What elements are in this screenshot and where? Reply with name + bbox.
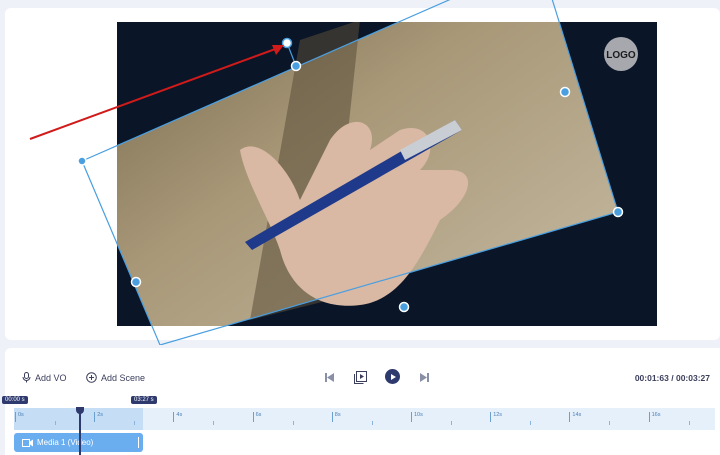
clip-trim-handle[interactable] [137, 437, 139, 448]
video-camera-icon [22, 438, 33, 447]
tick-label: 10s [411, 412, 423, 422]
tick-label: 4s [173, 412, 182, 422]
playhead[interactable] [76, 407, 84, 455]
tick-label: 16s [648, 412, 660, 422]
clip-label: Media 1 (Video) [37, 438, 94, 447]
minor-tick [134, 421, 136, 425]
minor-tick [451, 421, 452, 425]
minor-tick [55, 421, 56, 425]
minor-tick [213, 421, 215, 425]
video-stage: LOGO [29, 0, 657, 345]
tick-label: 0s [15, 412, 24, 422]
tick-label: 6s [252, 412, 261, 422]
add-scene-button[interactable]: Add Scene [86, 372, 145, 383]
microphone-icon [22, 372, 31, 383]
tick-label: 2s [94, 412, 103, 422]
minor-tick [371, 421, 373, 425]
preview-icon[interactable] [354, 371, 367, 384]
skip-back-icon[interactable] [325, 373, 334, 382]
tick-label: 12s [490, 412, 502, 422]
end-time-badge: 03:27 s [131, 396, 157, 404]
start-time-badge: 00:00 s [2, 396, 28, 404]
minor-tick [292, 421, 294, 425]
current-time: 00:01:63 [634, 373, 669, 383]
add-scene-label: Add Scene [101, 372, 146, 383]
add-vo-button[interactable]: Add VO [22, 372, 67, 383]
tick-label: 8s [331, 412, 341, 422]
rotate-handle[interactable] [281, 37, 293, 49]
minor-tick [609, 421, 611, 425]
total-time: 00:03:27 [675, 373, 710, 383]
time-separator: / [671, 373, 674, 383]
minor-tick [530, 421, 532, 425]
logo-text: LOGO [606, 50, 636, 61]
add-vo-label: Add VO [35, 372, 67, 383]
play-button[interactable] [385, 369, 400, 384]
skip-forward-icon[interactable] [420, 373, 429, 382]
time-display: 00:01:63 / 00:03:27 [635, 373, 710, 383]
plus-circle-icon [86, 372, 97, 383]
tick-label: 14s [569, 412, 581, 422]
minor-tick [688, 421, 690, 425]
